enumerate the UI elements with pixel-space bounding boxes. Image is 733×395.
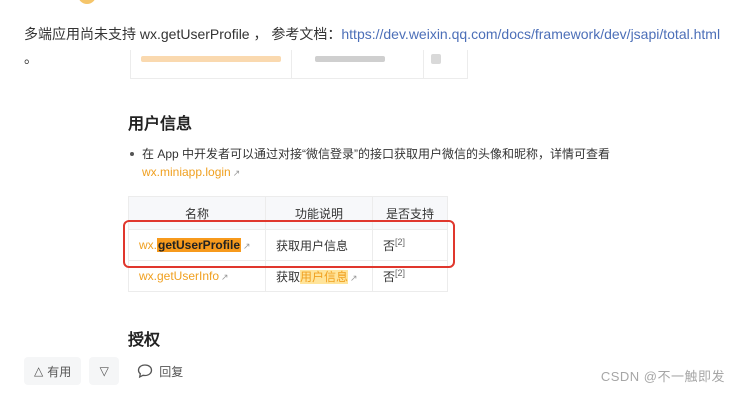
useful-button[interactable]: △ 有用 bbox=[24, 357, 82, 385]
api-full-name: wx.getUserInfo bbox=[139, 269, 220, 283]
external-link-icon: ↗ bbox=[221, 272, 229, 282]
desc-prefix: 获取 bbox=[276, 269, 301, 284]
login-link-text: wx.miniapp.login bbox=[142, 165, 231, 179]
bullet-text: 在 App 中开发者可以通过对接“微信登录”的接口获取用户微信的头像和昵称，详情… bbox=[142, 147, 611, 161]
previous-table-remnant bbox=[130, 50, 468, 79]
intro-trailing: 。 bbox=[24, 50, 38, 66]
remnant-cell bbox=[431, 54, 441, 64]
bullet-dot bbox=[130, 151, 134, 156]
footnote-ref[interactable]: [2] bbox=[395, 268, 405, 278]
section-title: 用户信息 bbox=[128, 116, 193, 133]
thumb-up-icon: △ bbox=[34, 364, 44, 378]
section-title-authorization: 授权 bbox=[128, 332, 161, 349]
external-link-icon: ↗ bbox=[350, 272, 358, 283]
comment-actions: △ 有用 ▽ 回复 bbox=[24, 357, 183, 385]
desc-highlight: 用户信息 bbox=[300, 269, 349, 284]
avatar-badge bbox=[78, 0, 96, 4]
remnant-divider bbox=[423, 50, 424, 78]
intro-label: 多端应用尚未支持 wx.getUserProfile ， 参考文档： bbox=[24, 26, 342, 42]
reply-label: 回复 bbox=[159, 364, 184, 379]
watermark: CSDN @不一触即发 bbox=[600, 369, 725, 384]
remnant-cell bbox=[315, 56, 385, 62]
highlight-frame bbox=[123, 220, 455, 268]
thumb-down-icon: ▽ bbox=[99, 364, 109, 378]
doc-link[interactable]: https://dev.weixin.qq.com/docs/framework… bbox=[341, 26, 720, 42]
comment-icon bbox=[138, 364, 153, 379]
downvote-button[interactable]: ▽ bbox=[89, 357, 120, 385]
remnant-divider bbox=[291, 50, 292, 78]
reply-button[interactable]: 回复 bbox=[137, 357, 183, 385]
external-link-icon: ↗ bbox=[232, 168, 241, 178]
support-value: 否 bbox=[383, 269, 396, 284]
bullet-item: 在 App 中开发者可以通过对接“微信登录”的接口获取用户微信的头像和昵称，详情… bbox=[128, 145, 648, 163]
login-link[interactable]: wx.miniapp.login ↗ bbox=[142, 165, 240, 179]
useful-label: 有用 bbox=[47, 364, 72, 379]
remnant-cell bbox=[141, 56, 281, 62]
